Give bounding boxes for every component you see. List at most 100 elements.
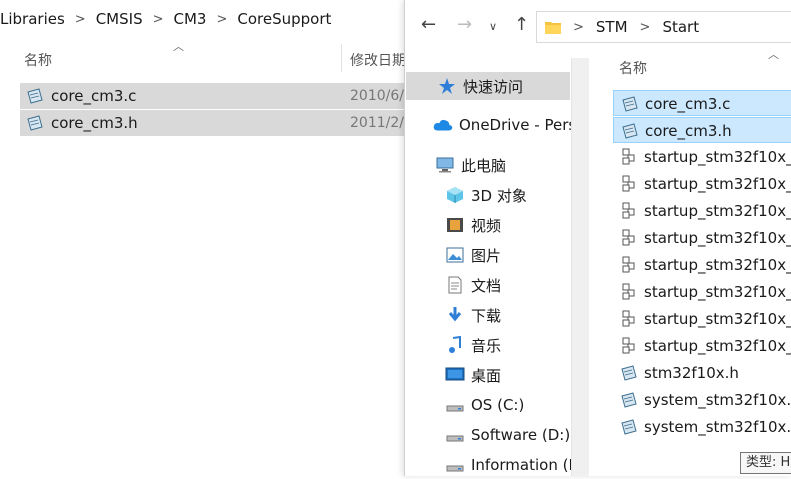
nav-label: 图片 [471,246,502,265]
nav-label: OS (C:) [471,396,525,414]
file-row[interactable]: core_cm3.h [613,117,791,143]
nav-item-文档[interactable]: 文档 [445,271,571,299]
column-date-header[interactable]: 修改日期 [350,50,406,70]
nav-item-os-c-[interactable]: OS (C:) [445,391,571,419]
file-row[interactable]: stm32f10x.h [613,360,791,386]
asm-file-icon [620,337,638,355]
asm-file-icon [620,175,638,193]
address-chevron-icon: > [639,19,651,35]
download-icon [445,305,465,325]
file-row[interactable]: core_cm3.c [613,90,791,116]
column-name-header[interactable]: 名称 [619,58,647,78]
nav-label: Software (D:) [471,426,571,444]
nav-pane-scrollbar[interactable] [571,58,589,476]
nav-onedrive[interactable]: OneDrive - Personal [433,111,571,139]
file-name: startup_stm32f10x_ld.s [644,229,791,247]
file-name: startup_stm32f10x_md_vl.s [644,310,791,328]
nav-item-information-e-[interactable]: Information (E:) [445,451,571,479]
file-name: startup_stm32f10x_hd_vl.s [644,202,791,220]
back-arrow-icon[interactable]: ← [421,14,436,35]
breadcrumb-libraries[interactable]: Libraries [0,10,65,28]
file-name: startup_stm32f10x_hd.s [644,175,791,193]
file-name: core_cm3.c [51,87,137,105]
star-icon [437,76,457,96]
cube-icon [445,185,465,205]
file-row[interactable]: startup_stm32f10x_cl.s [613,144,791,170]
file-row[interactable]: startup_stm32f10x_hd_vl.s [613,198,791,224]
file-row-core-cm3-c[interactable]: core_cm3.c 2010/6/ [20,83,404,109]
picture-icon [445,245,465,265]
file-row[interactable]: startup_stm32f10x_xl.s [613,333,791,359]
h-file-icon [621,122,639,140]
file-name: core_cm3.h [645,122,732,140]
nav-item-图片[interactable]: 图片 [445,241,571,269]
breadcrumb-cm3[interactable]: CM3 [174,10,207,28]
nav-item-桌面[interactable]: 桌面 [445,361,571,389]
file-row[interactable]: startup_stm32f10x_md_vl.s [613,306,791,332]
file-name: system_stm32f10x.c [644,391,791,409]
file-row[interactable]: system_stm32f10x.c [613,387,791,413]
recent-chevron-down-icon[interactable]: ∨ [489,20,497,33]
drive-icon [445,425,465,445]
file-row[interactable]: startup_stm32f10x_ld.s [613,225,791,251]
nav-item-3d-对象[interactable]: 3D 对象 [445,181,571,209]
column-name-header[interactable]: 名称 [24,50,52,70]
file-name: startup_stm32f10x_ld_vl.s [644,256,791,274]
breadcrumb-coresupport[interactable]: CoreSupport [237,10,331,28]
file-row[interactable]: startup_stm32f10x_ld_vl.s [613,252,791,278]
nav-item-视频[interactable]: 视频 [445,211,571,239]
drive-icon [445,455,465,475]
breadcrumb-chevron-icon: > [74,11,86,27]
file-row[interactable]: system_stm32f10x.h [613,414,791,440]
nav-item-software-d-[interactable]: Software (D:) [445,421,571,449]
address-segment-start[interactable]: Start [662,18,699,36]
file-type-tooltip: 类型: H [740,452,791,474]
file-row[interactable]: startup_stm32f10x_md.s [613,279,791,305]
file-name: startup_stm32f10x_xl.s [644,337,791,355]
file-row-core-cm3-h[interactable]: core_cm3.h 2011/2/ [20,110,404,136]
breadcrumb: Libraries > CMSIS > CM3 > CoreSupport [0,0,404,38]
c-file-icon [27,88,43,104]
desktop-icon [445,365,465,385]
sort-ascending-icon: ︿ [768,48,779,61]
nav-quick-access[interactable]: 快速访问 [406,72,570,100]
nav-this-pc[interactable]: 此电脑 [435,151,571,179]
nav-label: 快速访问 [463,77,524,96]
asm-file-icon [620,310,638,328]
file-name: core_cm3.h [51,114,138,132]
file-date: 2011/2/ [350,115,404,131]
up-arrow-icon[interactable]: ↑ [514,14,529,35]
c-file-icon [620,391,638,409]
file-date: 2010/6/ [350,88,404,104]
file-name: startup_stm32f10x_cl.s [644,148,791,166]
nav-label: Information (E:) [471,456,571,474]
file-row[interactable]: startup_stm32f10x_hd.s [613,171,791,197]
nav-label: 音乐 [471,336,502,355]
nav-item-音乐[interactable]: 音乐 [445,331,571,359]
foreground-explorer-window: ← → ∨ ↑ > STM > Start 快速访问 OneDrive - Pe… [404,0,791,476]
nav-item-下载[interactable]: 下载 [445,301,571,329]
navigation-toolbar: ← → ∨ ↑ > STM > Start [405,0,791,52]
nav-label: 视频 [471,216,502,235]
nav-label: 下载 [471,306,502,325]
asm-file-icon [620,202,638,220]
h-file-icon [620,418,638,436]
nav-label: 此电脑 [461,156,507,175]
file-list-pane: ︿ 名称 core_cm3.c core_cm3.h startup_stm32f1… [593,48,791,476]
nav-label: 3D 对象 [471,186,527,205]
forward-arrow-icon[interactable]: → [457,14,472,35]
breadcrumb-chevron-icon: > [216,11,228,27]
computer-icon [435,155,455,175]
file-name: startup_stm32f10x_md.s [644,283,791,301]
asm-file-icon [620,256,638,274]
document-icon [445,275,465,295]
asm-file-icon [620,283,638,301]
asm-file-icon [620,229,638,247]
breadcrumb-cmsis[interactable]: CMSIS [96,10,143,28]
address-segment-stm[interactable]: STM [596,18,628,36]
nav-label: 文档 [471,276,502,295]
address-bar[interactable]: > STM > Start [536,11,791,43]
address-chevron-icon: > [573,19,584,35]
column-divider[interactable] [341,44,342,72]
breadcrumb-chevron-icon: > [152,11,164,27]
